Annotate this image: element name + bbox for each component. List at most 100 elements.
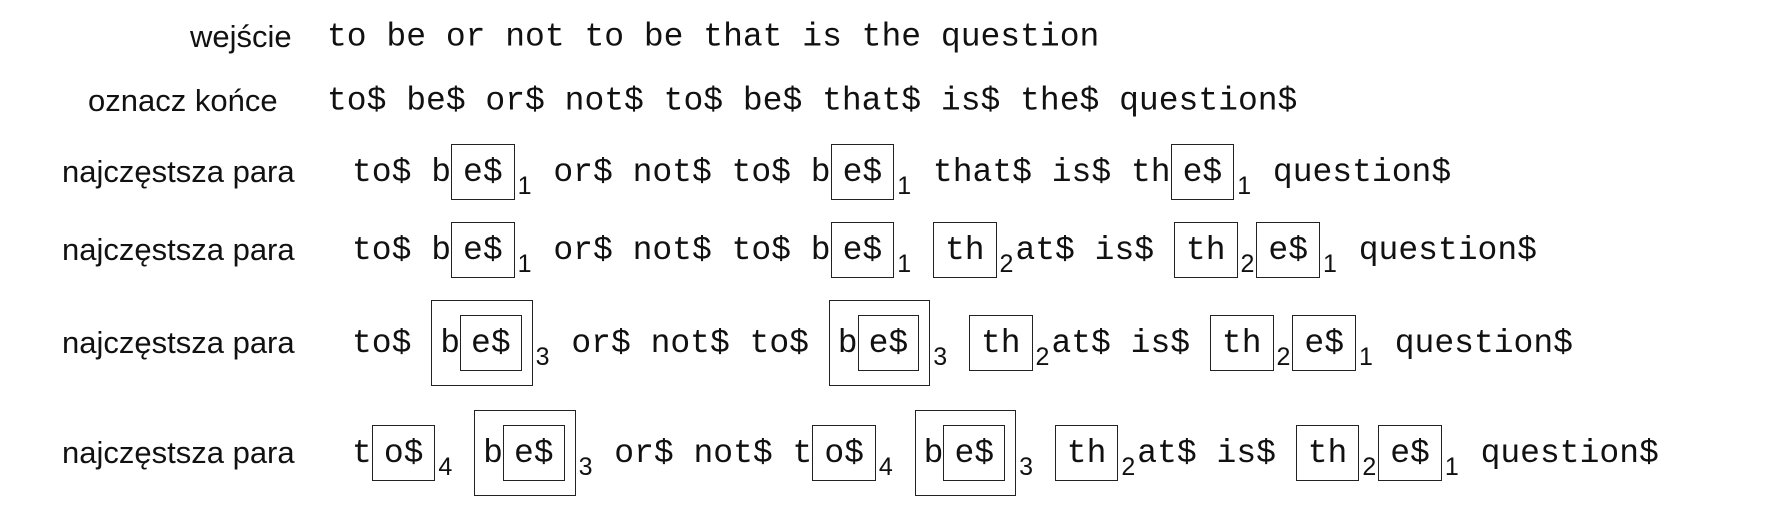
merged-token-box: b e$: [474, 410, 576, 496]
token-text: question$: [1338, 231, 1537, 269]
token-sequence: t o$ 4 b e$ 3 or$ not$ t o$ 4 b e$ 3 th 2 at$ is$ …: [352, 410, 1659, 496]
token-text: e$: [842, 153, 883, 191]
token-box: e$: [1170, 144, 1235, 200]
token-text: e$: [471, 324, 511, 362]
merge-step-subscript: 1: [1237, 171, 1252, 200]
token-box: th: [1173, 222, 1238, 278]
token-box: e$: [1292, 315, 1357, 371]
token-text: to$: [352, 324, 432, 362]
token-text: e$: [842, 231, 883, 269]
merge-step-subscript: 2: [1035, 342, 1050, 371]
token-text: to$ be$ or$ not$ to$ be$ that$ is$ the$ …: [327, 82, 1298, 120]
token-text: b: [483, 434, 503, 472]
token-box: e$: [857, 315, 920, 371]
token-text: th: [1185, 231, 1226, 269]
merge-step-subscript: 2: [1121, 452, 1136, 481]
token-sequence: to$ b e$ 1 or$ not$ to$ b e$ 1 that$ is$ th e…: [352, 144, 1451, 200]
row-label: najczęstsza para: [62, 435, 295, 470]
token-text: e$: [1304, 324, 1345, 362]
merge-step-subscript: 1: [897, 249, 912, 278]
token-box: e$: [451, 144, 515, 200]
token-text: b: [923, 434, 944, 472]
token-text: e$: [1182, 153, 1223, 191]
token-box: e$: [943, 425, 1006, 481]
row-label: najczęstsza para: [62, 325, 295, 360]
token-box: o$: [371, 425, 436, 481]
merge-step-subscript: 4: [438, 452, 453, 481]
token-sequence: to$ be$ or$ not$ to$ be$ that$ is$ the$ …: [327, 83, 1297, 120]
row-label: najczęstsza para: [62, 232, 295, 267]
token-text: e$: [954, 434, 995, 472]
token-text: th: [980, 324, 1021, 362]
token-text: or$ not$ to$ b: [533, 231, 831, 269]
token-text: or$ not$ to$: [551, 324, 829, 362]
row-label: wejście: [190, 19, 292, 54]
token-text: th: [1307, 434, 1348, 472]
row-label: najczęstsza para: [62, 154, 295, 189]
token-text: to$ b: [352, 231, 452, 269]
merge-step-subscript: 1: [1359, 342, 1373, 371]
token-box: th: [1209, 315, 1274, 371]
token-text: to$ b: [352, 153, 452, 191]
merge-step-subscript: 3: [933, 342, 948, 371]
token-box: th: [932, 222, 997, 278]
merge-step-subscript: 3: [1019, 452, 1033, 481]
token-text: e$: [463, 231, 503, 269]
token-box: e$: [460, 315, 522, 371]
merge-step-subscript: 2: [1240, 249, 1255, 278]
row-label: oznacz końce: [88, 83, 278, 118]
merged-token-box: b e$: [828, 300, 931, 386]
token-text: question$: [1253, 153, 1452, 191]
token-text: b: [440, 324, 461, 362]
token-text: at$ is$: [1015, 231, 1174, 269]
token-text: e$: [513, 434, 554, 472]
token-text: e$: [868, 324, 909, 362]
token-text: th: [944, 231, 985, 269]
merge-step-subscript: 2: [999, 249, 1014, 278]
merge-step-subscript: 1: [517, 249, 532, 278]
token-text: question$: [1374, 324, 1573, 362]
token-sequence: to be or not to be that is the question: [327, 19, 1099, 56]
token-box: e$: [830, 222, 895, 278]
token-text: th: [1221, 324, 1262, 362]
token-text: e$: [463, 153, 503, 191]
token-text: th: [1066, 434, 1107, 472]
token-box: th: [1054, 425, 1119, 481]
merge-step-subscript: 2: [1362, 452, 1377, 481]
token-text: to be or not to be that is the question: [327, 18, 1100, 56]
merge-step-subscript: 1: [897, 171, 912, 200]
token-text: or$ not$ to$ b: [533, 153, 831, 191]
token-text: at$ is$: [1137, 434, 1296, 472]
token-sequence: to$ b e$ 1 or$ not$ to$ b e$ 1 th 2 at$ is$ th…: [352, 222, 1537, 278]
token-box: th: [1295, 425, 1360, 481]
token-box: e$: [1378, 425, 1442, 481]
token-text: e$: [1390, 434, 1430, 472]
token-text: o$: [383, 434, 424, 472]
token-text: question$: [1460, 434, 1659, 472]
merge-step-subscript: 1: [1323, 249, 1337, 278]
token-box: e$: [451, 222, 515, 278]
merge-step-subscript: 4: [878, 452, 893, 481]
token-text: o$: [824, 434, 864, 472]
merge-step-subscript: 1: [1444, 452, 1459, 481]
merge-step-subscript: 2: [1276, 342, 1291, 371]
merged-token-box: b e$: [431, 300, 533, 386]
token-text: that$ is$ th: [913, 153, 1171, 191]
token-sequence: to$ b e$ 3 or$ not$ to$ b e$ 3 th 2 at$ is$ th…: [352, 300, 1573, 386]
merge-step-subscript: 1: [517, 171, 532, 200]
token-box: e$: [1256, 222, 1321, 278]
merged-token-box: b e$: [914, 410, 1017, 496]
token-text: t: [352, 434, 372, 472]
merge-step-subscript: 3: [578, 452, 593, 481]
token-box: e$: [502, 425, 565, 481]
token-box: o$: [812, 425, 876, 481]
token-box: e$: [830, 144, 895, 200]
token-text: at$ is$: [1051, 324, 1210, 362]
token-text: e$: [1268, 231, 1309, 269]
token-text: or$ not$ t: [594, 434, 813, 472]
